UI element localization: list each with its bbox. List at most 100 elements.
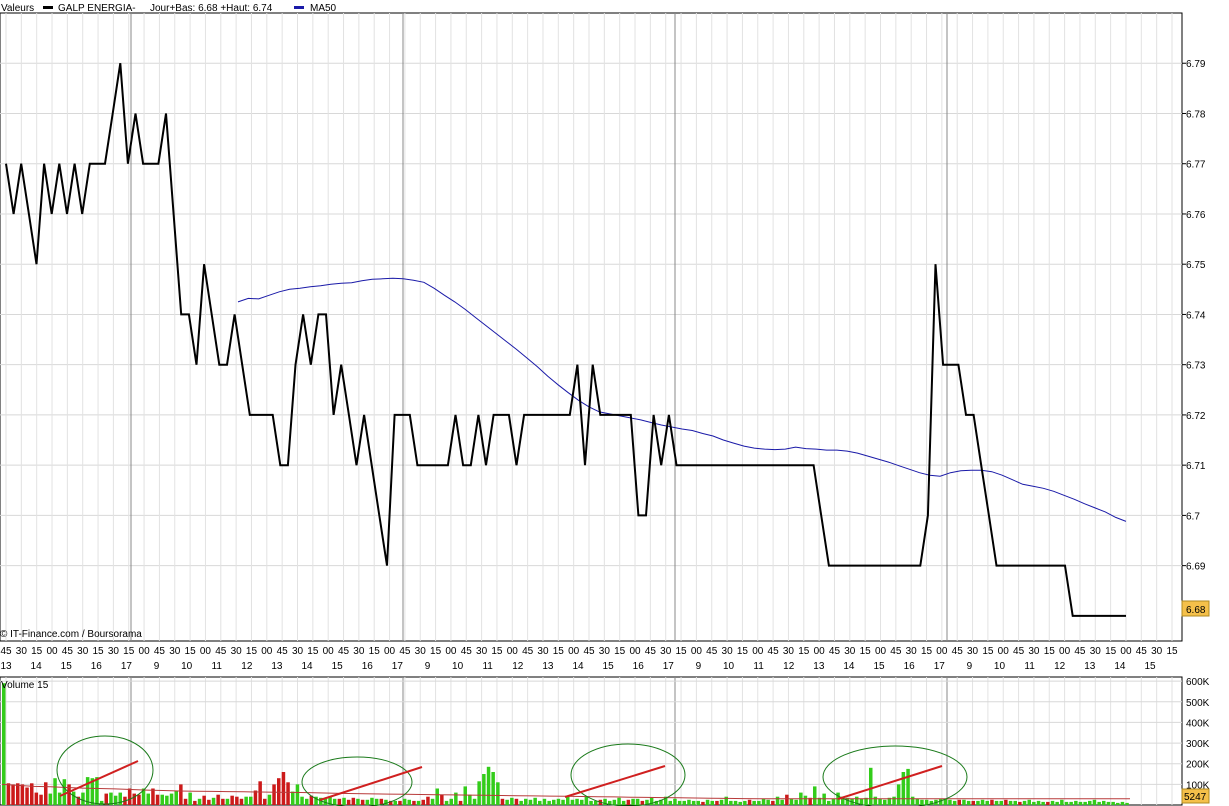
- volume-bar: [1036, 800, 1041, 805]
- x-tick-minute: 00: [507, 646, 519, 657]
- volume-bar: [1120, 801, 1125, 805]
- volume-bar: [803, 795, 808, 805]
- x-tick-minute: 45: [399, 646, 411, 657]
- volume-bar: [505, 799, 509, 805]
- volume-bar: [538, 800, 542, 805]
- x-tick-minute: 30: [415, 646, 427, 657]
- x-tick-minute: 30: [967, 646, 979, 657]
- volume-bar: [2, 683, 6, 805]
- volume-bar: [794, 799, 798, 805]
- x-tick-minute: 00: [323, 646, 335, 657]
- price-tick-label: 6.79: [1186, 59, 1206, 70]
- volume-bar: [1083, 801, 1087, 805]
- volume-bar: [1116, 802, 1120, 805]
- x-tick-minute: 30: [292, 646, 304, 657]
- volume-bar: [295, 784, 300, 805]
- volume-bar: [416, 800, 421, 805]
- volume-bar: [393, 800, 397, 805]
- volume-bar: [514, 798, 519, 805]
- volume-bar: [267, 794, 272, 805]
- x-tick-minute: 30: [1090, 646, 1102, 657]
- x-tick-hour: 11: [482, 661, 493, 672]
- x-tick-minute: 00: [814, 646, 826, 657]
- x-tick-minute: 15: [553, 646, 565, 657]
- volume-bar: [430, 798, 435, 805]
- x-tick-minute: 45: [154, 646, 166, 657]
- last-volume-marker: 5247: [1181, 788, 1210, 804]
- volume-bar: [677, 800, 682, 805]
- volume-bar: [337, 798, 342, 805]
- x-tick-hour: 10: [452, 661, 464, 672]
- volume-bar: [948, 799, 952, 805]
- volume-bar: [966, 800, 971, 805]
- x-tick-minute: 15: [430, 646, 442, 657]
- x-tick-minute: 45: [522, 646, 534, 657]
- x-tick-minute: 45: [768, 646, 780, 657]
- x-tick-hour: 15: [332, 661, 344, 672]
- x-tick-hour: 13: [542, 661, 554, 672]
- ma50-legend-swatch: [294, 6, 304, 9]
- volume-tick-label: 600K: [1186, 677, 1210, 688]
- x-tick-minute: 15: [491, 646, 503, 657]
- volume-bar: [458, 800, 463, 805]
- volume-bar: [34, 792, 39, 805]
- volume-bar: [780, 799, 784, 805]
- volume-panel: 600K500K400K300K200K100K Volume 15 5247: [0, 676, 1210, 806]
- volume-bar: [207, 799, 211, 805]
- x-tick-minute: 45: [1013, 646, 1025, 657]
- x-tick-minute: 45: [0, 646, 12, 657]
- x-tick-hour: 13: [271, 661, 283, 672]
- volume-bar: [542, 798, 547, 805]
- volume-bar: [407, 799, 411, 805]
- x-tick-minute: 00: [998, 646, 1010, 657]
- volume-bar: [635, 798, 640, 805]
- x-tick-hour: 12: [1054, 661, 1066, 672]
- x-tick-minute: 30: [1028, 646, 1040, 657]
- volume-bar: [906, 768, 910, 805]
- volume-bar: [342, 797, 346, 805]
- x-tick-minute: 45: [277, 646, 289, 657]
- x-tick-minute: 45: [645, 646, 657, 657]
- volume-bar: [332, 798, 337, 805]
- x-tick-minute: 30: [231, 646, 243, 657]
- x-tick-minute: 00: [261, 646, 273, 657]
- x-tick-minute: 00: [46, 646, 58, 657]
- volume-bar: [1055, 801, 1059, 805]
- volume-bar: [696, 800, 700, 805]
- volume-bar: [976, 800, 980, 805]
- price-tick-label: 6.69: [1186, 562, 1206, 573]
- x-tick-hour: 12: [241, 661, 253, 672]
- x-tick-minute: 30: [599, 646, 611, 657]
- x-tick-minute: 30: [722, 646, 734, 657]
- x-tick-minute: 30: [537, 646, 549, 657]
- volume-bar: [365, 799, 370, 805]
- price-tick-label: 6.78: [1186, 109, 1206, 120]
- legend-label: Valeurs: [1, 3, 34, 14]
- volume-bar: [81, 792, 85, 805]
- price-plot-area: [0, 12, 1183, 642]
- volume-bar: [16, 783, 20, 805]
- volume-bar: [691, 800, 696, 805]
- volume-bar: [249, 796, 253, 805]
- volume-bar: [626, 799, 631, 805]
- volume-bar: [1060, 799, 1064, 805]
- x-tick-minute: 45: [1136, 646, 1148, 657]
- volume-bar: [62, 779, 67, 805]
- x-tick-minute: 00: [936, 646, 948, 657]
- volume-bar: [169, 793, 174, 805]
- x-tick-minute: 45: [62, 646, 74, 657]
- x-tick-hour: 9: [425, 661, 431, 672]
- volume-bar: [785, 794, 789, 805]
- volume-bar: [1008, 800, 1013, 805]
- price-legend-swatch: [43, 6, 53, 9]
- volume-bar: [761, 798, 766, 805]
- volume-bar: [440, 794, 444, 805]
- x-tick-minute: 45: [1074, 646, 1086, 657]
- x-tick-minute: 00: [875, 646, 887, 657]
- legend-instrument: GALP ENERGIA-: [58, 3, 136, 14]
- volume-bar: [1041, 801, 1045, 805]
- volume-title: Volume 15: [1, 680, 49, 691]
- x-tick-minute: 30: [169, 646, 181, 657]
- x-tick-minute: 00: [1120, 646, 1132, 657]
- price-panel: 6.79 6.78 6.77 6.76 6.75 6.74 6.73 6.72 6.71 6.7 6…: [0, 12, 1210, 642]
